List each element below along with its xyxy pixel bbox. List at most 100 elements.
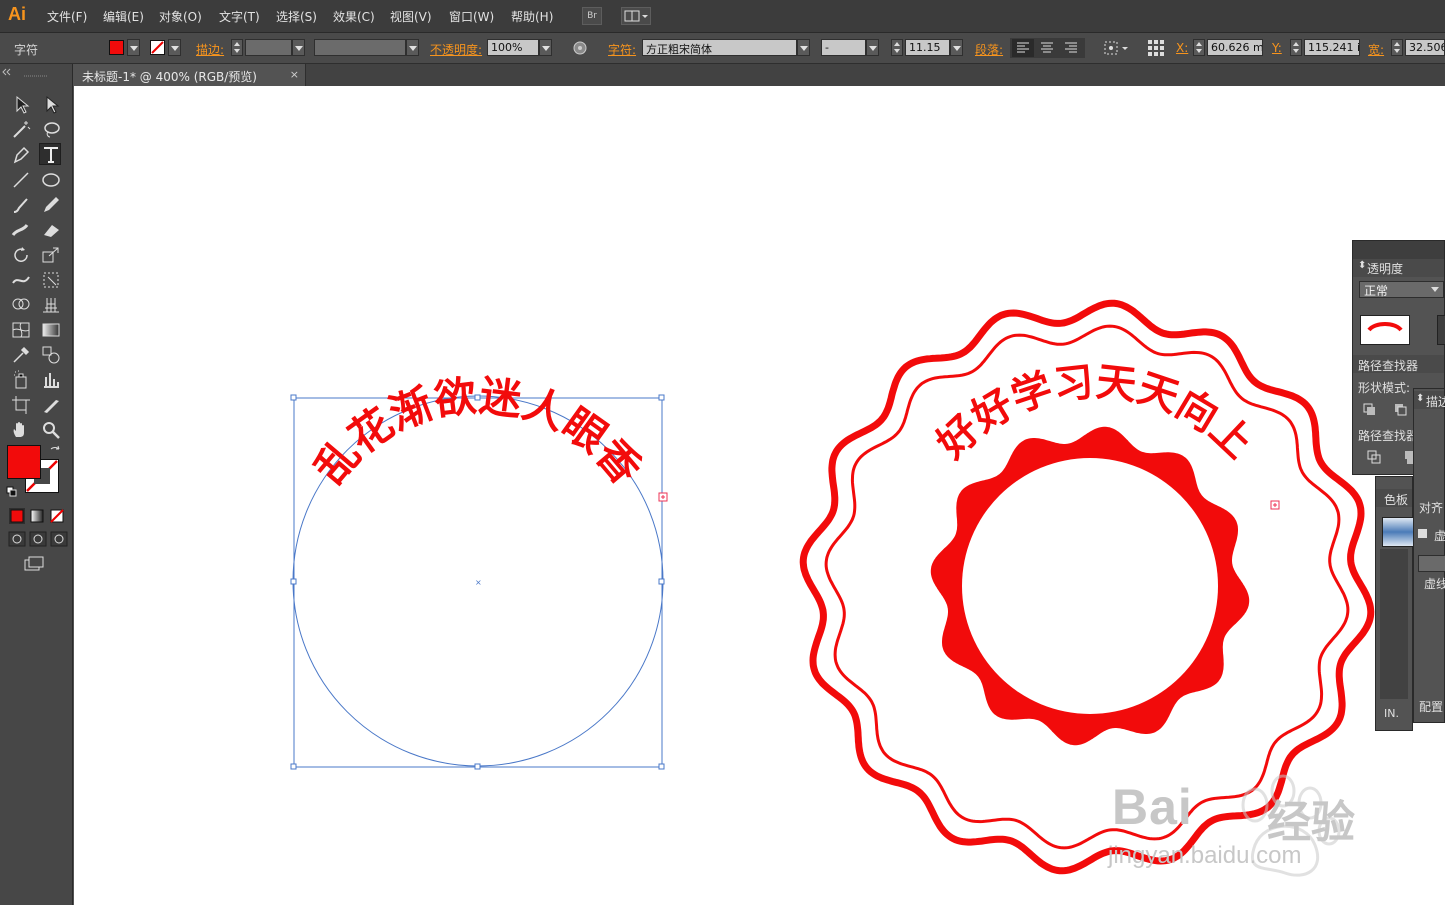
menu-object[interactable]: 对象(O) bbox=[159, 8, 202, 25]
fill-color-swatch[interactable] bbox=[109, 40, 124, 55]
profile-dropdown[interactable] bbox=[406, 39, 419, 56]
stroke-color-swatch[interactable] bbox=[150, 40, 165, 55]
width-stepper[interactable] bbox=[1391, 39, 1403, 56]
stroke-dropdown[interactable] bbox=[168, 39, 181, 56]
font-size-field[interactable]: 11.15 bbox=[905, 39, 950, 56]
fill-stroke-widget[interactable] bbox=[6, 444, 59, 493]
gradient-swatch[interactable] bbox=[1382, 517, 1414, 547]
screen-mode-icon[interactable] bbox=[22, 555, 48, 573]
menu-window[interactable]: 窗口(W) bbox=[449, 8, 494, 25]
opacity-field[interactable]: 100% bbox=[487, 39, 539, 56]
width-field[interactable]: 32.506 bbox=[1405, 39, 1445, 56]
dashed-line-checkbox-label[interactable]: 虚 bbox=[1434, 527, 1445, 544]
fill-color-box[interactable] bbox=[7, 445, 41, 479]
collapse-toggle-icon[interactable] bbox=[1418, 529, 1427, 538]
font-size-dropdown[interactable] bbox=[950, 39, 963, 56]
paintbrush-tool[interactable] bbox=[10, 194, 32, 216]
recolor-artwork-icon[interactable] bbox=[572, 40, 588, 59]
y-field[interactable]: 115.241 i bbox=[1304, 39, 1360, 56]
x-label[interactable]: X: bbox=[1176, 41, 1188, 55]
symbol-sprayer-tool[interactable] bbox=[10, 369, 32, 391]
default-colors-icon[interactable] bbox=[6, 486, 18, 498]
stroke-tab[interactable]: ⬍ 描边 bbox=[1414, 391, 1445, 409]
artboard-canvas[interactable]: × 乱花渐欲迷人眼香 好好学习天天向上 Bai 经验 jingyan.baidu… bbox=[74, 86, 1445, 905]
document-tab[interactable]: 未标题-1* @ 400% (RGB/预览) × bbox=[74, 64, 306, 86]
font-family-dropdown[interactable] bbox=[797, 39, 810, 56]
menu-type[interactable]: 文字(T) bbox=[219, 8, 260, 25]
perspective-grid-tool[interactable] bbox=[40, 294, 62, 316]
column-graph-tool[interactable] bbox=[40, 369, 62, 391]
fill-dropdown[interactable] bbox=[127, 39, 140, 56]
profile-label: 配置 bbox=[1419, 700, 1444, 714]
eraser-tool[interactable] bbox=[40, 219, 62, 241]
font-style-dropdown[interactable] bbox=[866, 39, 879, 56]
y-label[interactable]: Y: bbox=[1272, 41, 1282, 55]
menu-help[interactable]: 帮助(H) bbox=[511, 8, 553, 25]
width-label[interactable]: 宽: bbox=[1368, 41, 1384, 58]
direct-selection-tool[interactable] bbox=[40, 94, 62, 116]
variable-width-profile[interactable] bbox=[314, 39, 406, 56]
font-style-field[interactable]: - bbox=[821, 39, 866, 56]
hollow-arrow-icon bbox=[46, 95, 60, 114]
menu-select[interactable]: 选择(S) bbox=[276, 8, 317, 25]
stroke-weight-dropdown[interactable] bbox=[292, 39, 305, 56]
pathfinder-tab[interactable]: 路径查找器 bbox=[1353, 355, 1444, 373]
x-stepper[interactable] bbox=[1193, 39, 1205, 56]
hand-tool[interactable] bbox=[10, 419, 32, 441]
character-label[interactable]: 字符: bbox=[608, 41, 636, 58]
swap-colors-icon[interactable] bbox=[49, 445, 61, 457]
menu-view[interactable]: 视图(V) bbox=[390, 8, 432, 25]
width-tool[interactable] bbox=[10, 269, 32, 291]
pen-tool[interactable] bbox=[10, 144, 32, 166]
bridge-button[interactable]: Br bbox=[582, 7, 602, 25]
mask-thumbnail[interactable] bbox=[1437, 315, 1445, 345]
opacity-dropdown[interactable] bbox=[539, 39, 552, 56]
stroke-weight-field[interactable] bbox=[245, 39, 292, 56]
magic-wand-tool[interactable] bbox=[10, 119, 32, 141]
blob-brush-tool[interactable] bbox=[10, 219, 32, 241]
swatches-tab[interactable]: 色板 bbox=[1376, 489, 1412, 507]
menu-edit[interactable]: 编辑(E) bbox=[103, 8, 144, 25]
pencil-tool[interactable] bbox=[40, 194, 62, 216]
slice-tool[interactable] bbox=[40, 394, 62, 416]
y-stepper[interactable] bbox=[1290, 39, 1302, 56]
transparency-tab[interactable]: ⬍ 透明度 bbox=[1353, 259, 1444, 277]
workspace-switcher[interactable] bbox=[621, 7, 651, 25]
mesh-tool[interactable] bbox=[10, 319, 32, 341]
stroke-weight-stepper[interactable] bbox=[231, 39, 243, 56]
panel-grip[interactable] bbox=[0, 64, 73, 80]
opacity-thumbnail[interactable] bbox=[1360, 315, 1410, 345]
font-family-field[interactable]: 方正粗宋简体 bbox=[642, 39, 797, 56]
free-transform-tool[interactable] bbox=[40, 269, 62, 291]
rotate-tool[interactable] bbox=[10, 244, 32, 266]
menu-file[interactable]: 文件(F) bbox=[47, 8, 87, 25]
left-arc-text[interactable]: 乱花渐欲迷人眼香 bbox=[305, 371, 650, 493]
stroke-label[interactable]: 描边: bbox=[196, 41, 224, 58]
type-tool[interactable] bbox=[39, 143, 61, 165]
artboard-tool[interactable] bbox=[10, 394, 32, 416]
right-text-out-port[interactable] bbox=[1270, 500, 1280, 510]
blend-mode-select[interactable]: 正常 bbox=[1359, 281, 1444, 298]
menu-effect[interactable]: 效果(C) bbox=[333, 8, 375, 25]
scale-tool[interactable] bbox=[40, 244, 62, 266]
selection-tool[interactable] bbox=[10, 94, 32, 116]
close-tab-icon[interactable]: × bbox=[290, 68, 299, 81]
x-field[interactable]: 60.626 mi bbox=[1207, 39, 1263, 56]
shape-builder-tool[interactable] bbox=[10, 294, 32, 316]
stamp-inner-scalloped-ring[interactable] bbox=[930, 426, 1250, 746]
dash-field[interactable] bbox=[1418, 555, 1445, 572]
eyedropper-tool[interactable] bbox=[10, 344, 32, 366]
zoom-tool[interactable] bbox=[40, 419, 62, 441]
ellipse-tool[interactable] bbox=[40, 169, 62, 191]
opacity-label[interactable]: 不透明度: bbox=[430, 41, 482, 58]
font-size-stepper[interactable] bbox=[891, 39, 903, 56]
swatch-libraries-menu[interactable]: IN. bbox=[1384, 707, 1399, 720]
transform-reference-icon[interactable] bbox=[1103, 40, 1131, 59]
blend-tool[interactable] bbox=[40, 344, 62, 366]
lasso-tool[interactable] bbox=[40, 119, 62, 141]
line-segment-tool[interactable] bbox=[10, 169, 32, 191]
reference-point-icon[interactable] bbox=[1147, 39, 1165, 60]
panel-header-bar[interactable] bbox=[1353, 241, 1444, 259]
gradient-tool[interactable] bbox=[40, 319, 62, 341]
paragraph-label[interactable]: 段落: bbox=[975, 41, 1003, 58]
